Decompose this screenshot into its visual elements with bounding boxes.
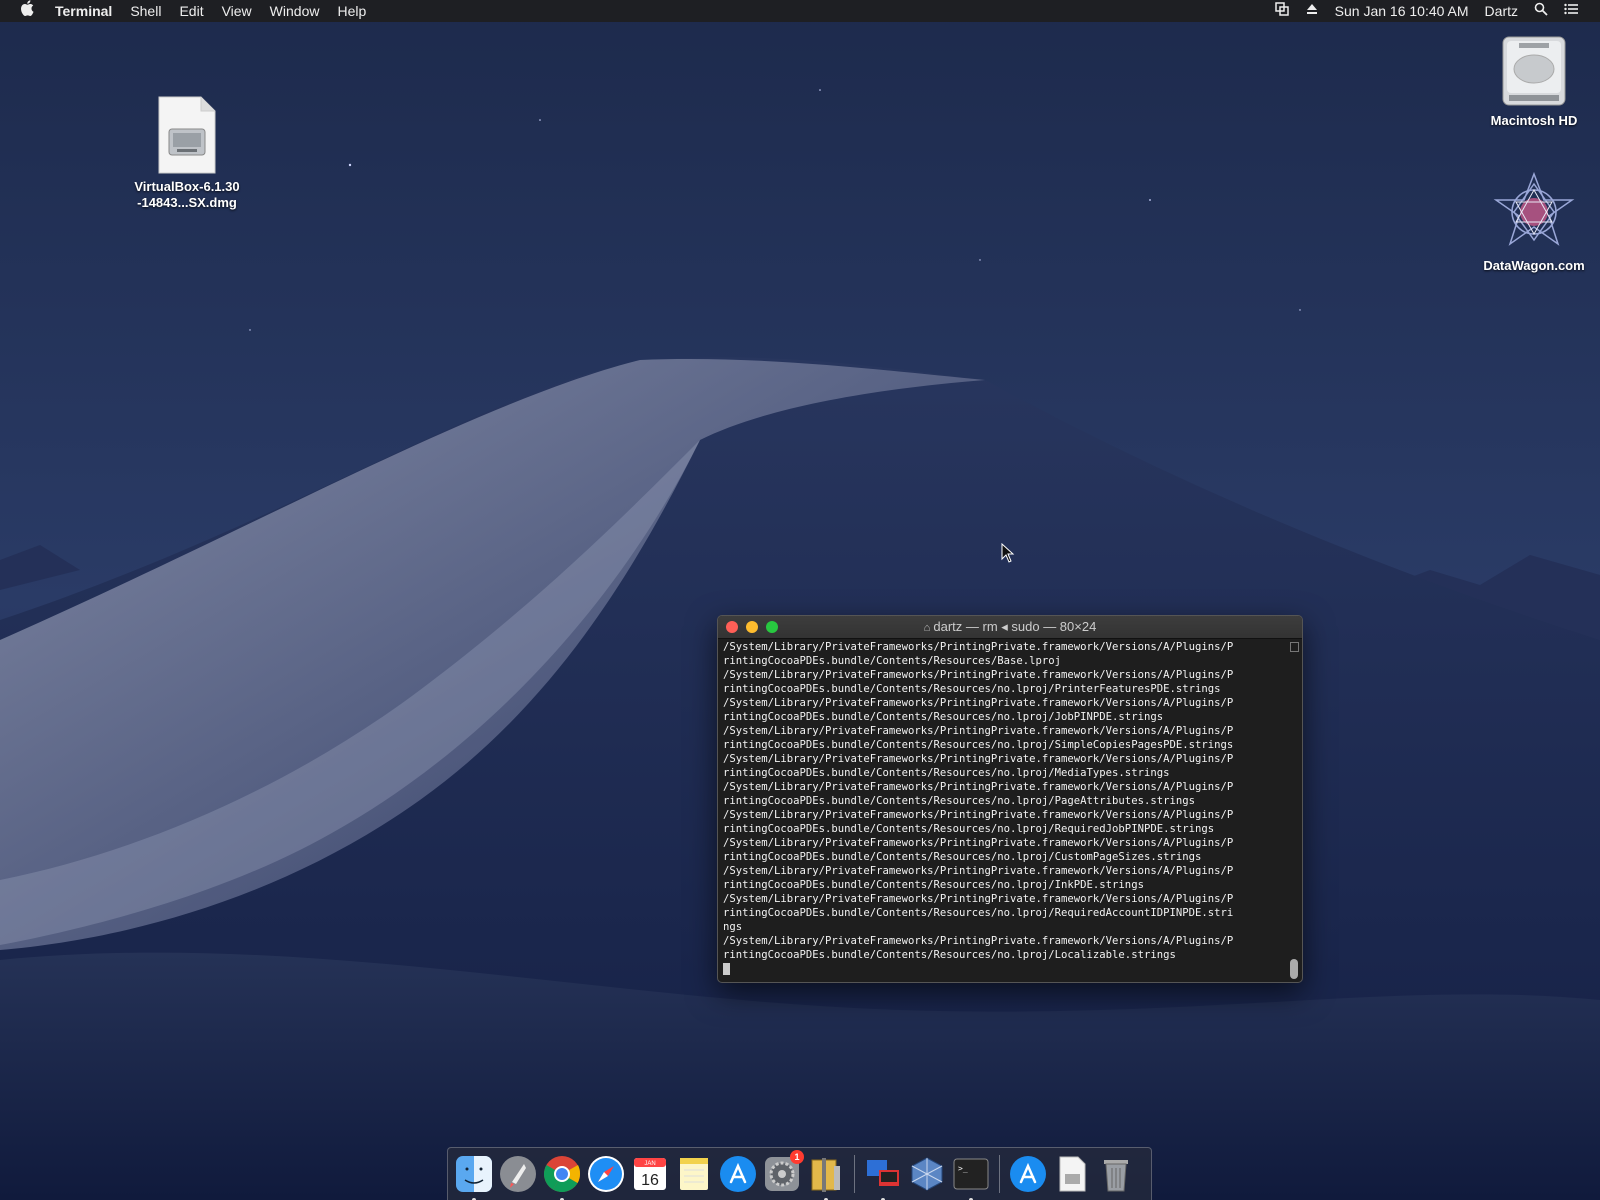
- terminal-line: /System/Library/PrivateFrameworks/Printi…: [723, 935, 1234, 947]
- dock-downloads[interactable]: [1006, 1152, 1050, 1196]
- terminal-line: rintingCocoaPDEs.bundle/Contents/Resourc…: [723, 711, 1164, 723]
- menu-user[interactable]: Dartz: [1477, 0, 1526, 22]
- disk-image-icon: [158, 96, 216, 174]
- finder-icon: [456, 1156, 492, 1192]
- terminal-line: rintingCocoaPDEs.bundle/Contents/Resourc…: [723, 851, 1202, 863]
- notification-center-icon[interactable]: [1556, 0, 1586, 22]
- terminal-line: /System/Library/PrivateFrameworks/Printi…: [723, 837, 1234, 849]
- desktop-icon-virtualbox-dmg[interactable]: VirtualBox-6.1.30 -14843...SX.dmg: [117, 95, 257, 211]
- terminal-line: /System/Library/PrivateFrameworks/Printi…: [723, 725, 1234, 737]
- dock-terminal[interactable]: >_: [949, 1152, 993, 1200]
- trash-icon: [1104, 1160, 1128, 1192]
- close-button[interactable]: [726, 621, 738, 633]
- terminal-title: ⌂ dartz — rm ◂ sudo — 80×24: [718, 616, 1302, 639]
- minimize-button[interactable]: [746, 621, 758, 633]
- scrollbar-top-marker: [1290, 642, 1299, 652]
- downloads-icon: [1010, 1156, 1046, 1192]
- terminal-line: rintingCocoaPDEs.bundle/Contents/Resourc…: [723, 795, 1195, 807]
- terminal-output[interactable]: /System/Library/PrivateFrameworks/Printi…: [723, 640, 1286, 978]
- terminal-line: /System/Library/PrivateFrameworks/Printi…: [723, 753, 1234, 765]
- terminal-title-text: dartz — rm ◂ sudo — 80×24: [933, 618, 1097, 634]
- terminal-line: /System/Library/PrivateFrameworks/Printi…: [723, 781, 1234, 793]
- dock-system-preferences[interactable]: 1: [760, 1150, 804, 1196]
- svg-text:>_: >_: [958, 1164, 968, 1173]
- archive-utility-icon: [811, 1158, 840, 1192]
- app-store-icon: [720, 1156, 756, 1192]
- terminal-line: rintingCocoaPDEs.bundle/Contents/Resourc…: [723, 767, 1170, 779]
- virtualbox-icon: [911, 1157, 943, 1191]
- terminal-line: rintingCocoaPDEs.bundle/Contents/Resourc…: [723, 683, 1221, 695]
- menu-bar: Terminal Shell Edit View Window Help Sun…: [0, 0, 1600, 22]
- cursor-block: [723, 963, 730, 975]
- terminal-line: /System/Library/PrivateFrameworks/Printi…: [723, 865, 1234, 877]
- dock-archive-utility[interactable]: [804, 1152, 848, 1200]
- dock-chrome[interactable]: [540, 1152, 584, 1200]
- desktop-icon-label: -14843...SX.dmg: [137, 195, 237, 210]
- scrollbar-thumb[interactable]: [1290, 959, 1298, 979]
- terminal-cursor: [723, 962, 1286, 976]
- dock-virtualbox[interactable]: [905, 1152, 949, 1196]
- calendar-day: 16: [641, 1172, 659, 1189]
- terminal-titlebar[interactable]: ⌂ dartz — rm ◂ sudo — 80×24: [718, 616, 1302, 639]
- spotlight-search-icon[interactable]: [1526, 0, 1556, 22]
- dock-app-store[interactable]: [716, 1152, 760, 1196]
- dock-separator: [854, 1155, 855, 1193]
- terminal-window[interactable]: ⌂ dartz — rm ◂ sudo — 80×24 /System/Libr…: [717, 615, 1303, 983]
- terminal-line: /System/Library/PrivateFrameworks/Printi…: [723, 669, 1234, 681]
- dock-launchpad[interactable]: [496, 1152, 540, 1196]
- dock-documents[interactable]: [1050, 1152, 1094, 1196]
- dock: JAN 16 1 >_: [447, 1147, 1152, 1200]
- terminal-line: /System/Library/PrivateFrameworks/Printi…: [723, 641, 1234, 653]
- dock-separator: [999, 1155, 1000, 1193]
- terminal-line: rintingCocoaPDEs.bundle/Contents/Resourc…: [723, 907, 1234, 919]
- screen-mirroring-icon[interactable]: [1267, 0, 1297, 22]
- apple-menu-icon[interactable]: [0, 0, 46, 22]
- terminal-line: /System/Library/PrivateFrameworks/Printi…: [723, 809, 1234, 821]
- dock-calendar[interactable]: JAN 16: [628, 1152, 672, 1196]
- terminal-line: /System/Library/PrivateFrameworks/Printi…: [723, 697, 1234, 709]
- remote-desktop-icon: [867, 1160, 899, 1186]
- document-icon: [1059, 1156, 1086, 1192]
- menu-app-name[interactable]: Terminal: [46, 0, 121, 22]
- desktop-icon-label: VirtualBox-6.1.30: [134, 179, 240, 194]
- dock-remote-desktop[interactable]: [861, 1152, 905, 1200]
- menu-window[interactable]: Window: [261, 0, 329, 22]
- terminal-line: rintingCocoaPDEs.bundle/Contents/Resourc…: [723, 949, 1176, 961]
- datawagon-star-icon: [1493, 171, 1575, 246]
- dock-trash[interactable]: [1094, 1152, 1138, 1196]
- mouse-pointer-icon: [1001, 543, 1015, 563]
- menu-shell[interactable]: Shell: [121, 0, 170, 22]
- menu-clock[interactable]: Sun Jan 16 10:40 AM: [1327, 0, 1477, 22]
- desktop-icon-label: DataWagon.com: [1483, 258, 1585, 273]
- maximize-button[interactable]: [766, 621, 778, 633]
- notes-icon: [680, 1158, 708, 1190]
- dock-safari[interactable]: [584, 1152, 628, 1196]
- terminal-line: rintingCocoaPDEs.bundle/Contents/Resourc…: [723, 879, 1144, 891]
- terminal-line: ngs: [723, 921, 743, 933]
- dock-notes[interactable]: [672, 1152, 716, 1196]
- hard-drive-icon: [1502, 36, 1566, 106]
- calendar-icon: JAN 16: [634, 1158, 666, 1190]
- terminal-line: rintingCocoaPDEs.bundle/Contents/Resourc…: [723, 823, 1215, 835]
- chrome-icon: [543, 1156, 581, 1193]
- desktop: Terminal Shell Edit View Window Help Sun…: [0, 0, 1600, 1200]
- home-folder-icon: ⌂: [923, 621, 934, 634]
- terminal-line: rintingCocoaPDEs.bundle/Contents/Resourc…: [723, 739, 1234, 751]
- eject-icon[interactable]: [1297, 0, 1327, 22]
- menu-edit[interactable]: Edit: [170, 0, 212, 22]
- desktop-icon-datawagon[interactable]: DataWagon.com: [1464, 170, 1600, 274]
- terminal-line: /System/Library/PrivateFrameworks/Printi…: [723, 893, 1234, 905]
- desktop-icon-label: Macintosh HD: [1490, 113, 1578, 128]
- safari-icon: [588, 1156, 624, 1192]
- terminal-line: rintingCocoaPDEs.bundle/Contents/Resourc…: [723, 655, 1062, 667]
- launchpad-icon: [500, 1156, 536, 1192]
- terminal-icon: >_: [953, 1158, 989, 1190]
- notification-badge: 1: [790, 1150, 804, 1164]
- dock-finder[interactable]: [452, 1152, 496, 1200]
- calendar-month: JAN: [644, 1161, 655, 1167]
- menu-view[interactable]: View: [213, 0, 261, 22]
- desktop-icon-macintosh-hd[interactable]: Macintosh HD: [1464, 33, 1600, 129]
- terminal-scrollbar[interactable]: [1290, 642, 1299, 979]
- menu-help[interactable]: Help: [328, 0, 375, 22]
